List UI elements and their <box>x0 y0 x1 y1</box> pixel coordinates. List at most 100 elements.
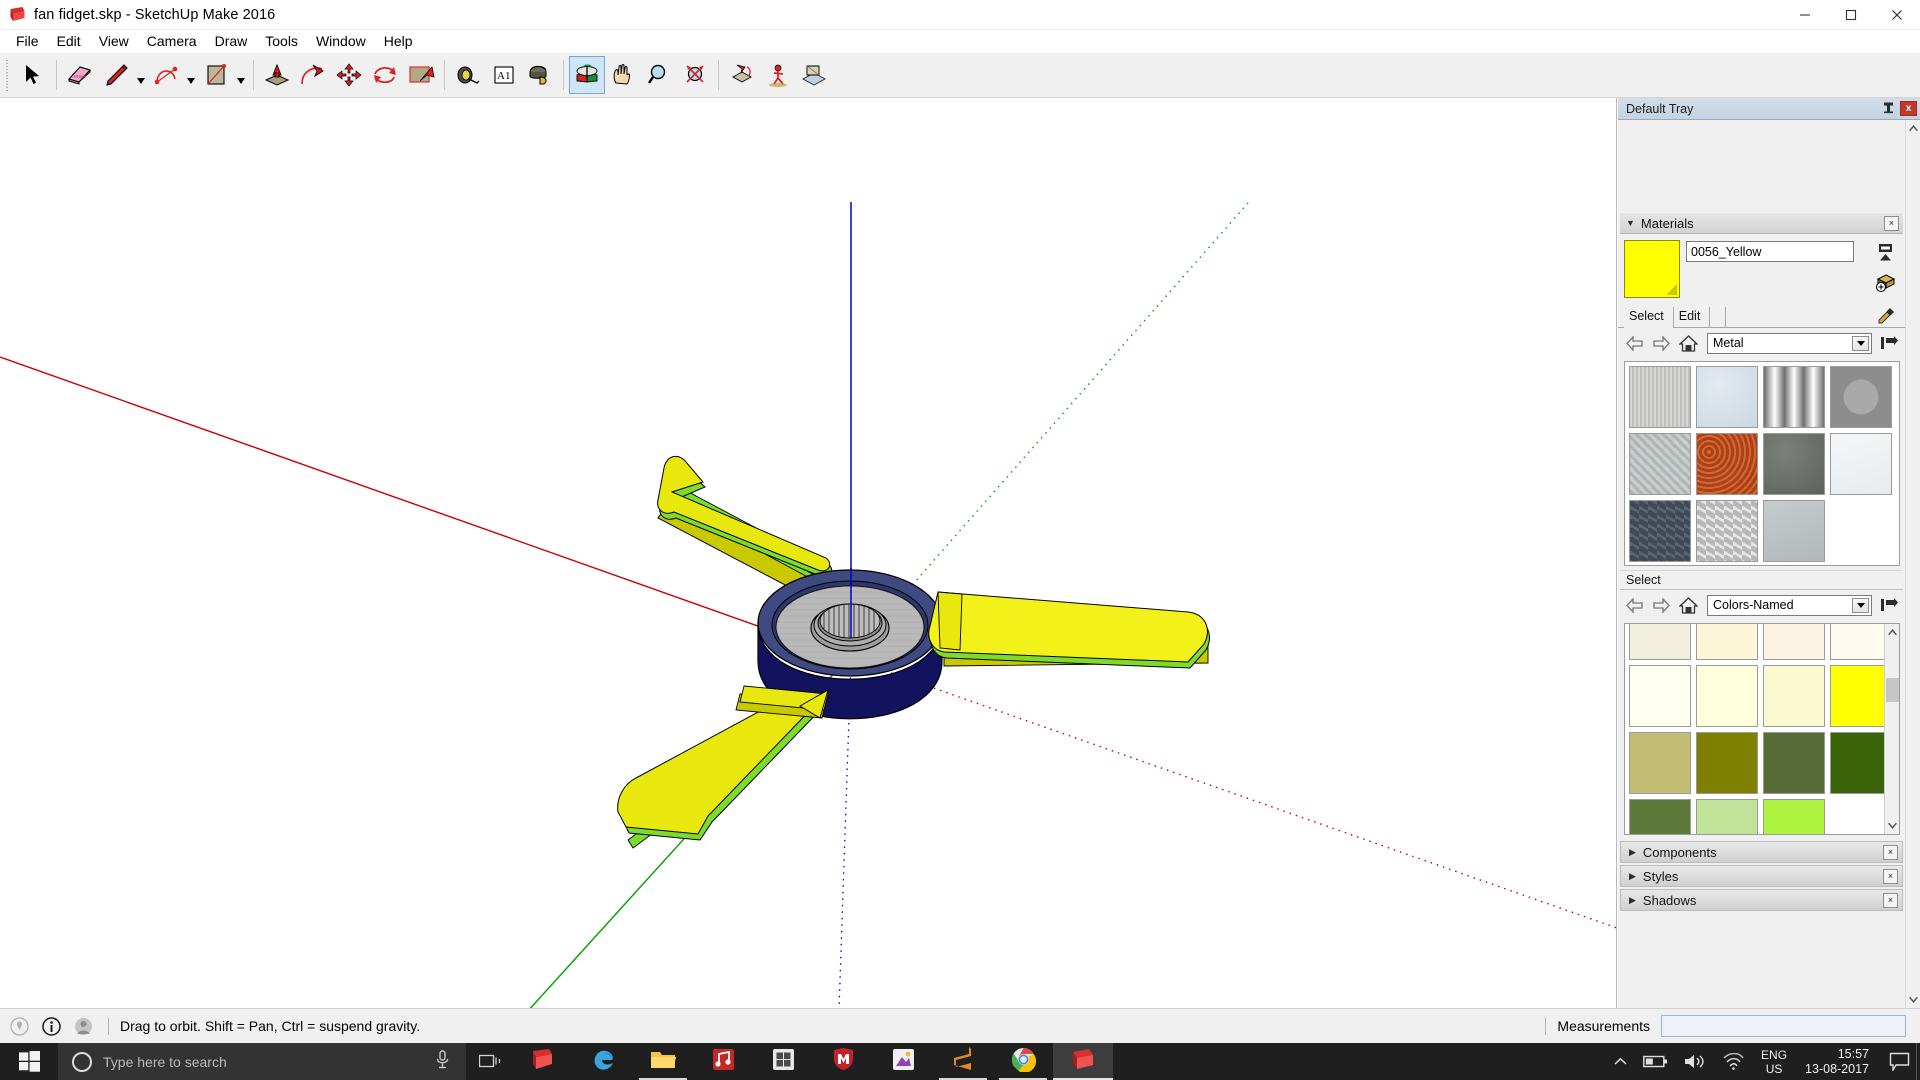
tray-scroll-down[interactable] <box>1906 992 1920 1008</box>
close-button[interactable] <box>1874 0 1920 30</box>
microphone-icon[interactable] <box>435 1049 450 1074</box>
tray-title-bar[interactable]: Default Tray x <box>1618 98 1920 120</box>
pin-icon[interactable] <box>1881 101 1895 117</box>
taskbar-app-chrome[interactable] <box>993 1043 1053 1080</box>
arc-tool-button[interactable] <box>148 56 184 94</box>
material-swatch-diamond-plate-dark[interactable] <box>1629 500 1691 562</box>
select-tool-button[interactable] <box>15 56 51 94</box>
rectangle-tool-button[interactable] <box>198 56 234 94</box>
tray-close-button[interactable]: x <box>1900 101 1917 116</box>
colors-scroll-thumb[interactable] <box>1885 678 1899 702</box>
create-material-icon[interactable] <box>1874 271 1896 293</box>
collapsed-panel-styles[interactable]: ▶ Styles × <box>1620 865 1903 887</box>
battery-icon[interactable] <box>1635 1043 1676 1080</box>
color-swatch-color-yellow[interactable] <box>1830 665 1892 727</box>
tape-measure-tool-button[interactable] <box>450 56 486 94</box>
arrow-left-icon[interactable] <box>1624 333 1644 353</box>
windows-start-icon[interactable] <box>0 1043 58 1080</box>
taskbar-app-edge[interactable] <box>573 1043 633 1080</box>
details-arrow-icon[interactable] <box>1879 333 1899 353</box>
color-swatch-color-darkolivegreen[interactable] <box>1763 732 1825 794</box>
menu-camera[interactable]: Camera <box>138 31 206 52</box>
tab-select[interactable]: Select <box>1624 307 1674 328</box>
material-swatch-galvanized-steel[interactable] <box>1696 366 1758 428</box>
orbit-tool-button[interactable] <box>569 56 605 94</box>
arrow-left-icon[interactable] <box>1624 595 1644 615</box>
taskbar-app-sketchup[interactable] <box>1053 1043 1113 1080</box>
material-swatch-polished-chrome[interactable] <box>1763 366 1825 428</box>
taskbar-app-explorer[interactable] <box>633 1043 693 1080</box>
color-swatch-color-lightgoldenrodyellow[interactable] <box>1763 665 1825 727</box>
color-swatch-color-lightyellow[interactable] <box>1696 665 1758 727</box>
color-library-select[interactable]: Colors-Named <box>1707 594 1872 616</box>
tray-scrollbar[interactable] <box>1905 120 1920 1008</box>
menu-help[interactable]: Help <box>375 31 422 52</box>
arrow-right-icon[interactable] <box>1651 595 1671 615</box>
minimize-button[interactable] <box>1782 0 1828 30</box>
colors-scroll-up[interactable] <box>1885 624 1900 640</box>
chevron-down-icon[interactable] <box>1852 597 1869 613</box>
materials-panel-header[interactable]: ▼ Materials × <box>1620 212 1903 234</box>
current-material-swatch[interactable] <box>1624 240 1680 298</box>
walk-tool-button[interactable] <box>760 56 796 94</box>
tab-edit[interactable]: Edit <box>1674 307 1711 327</box>
collapsed-panel-close[interactable]: × <box>1883 844 1898 860</box>
arrow-right-icon[interactable] <box>1651 333 1671 353</box>
color-swatch-color-palegreen[interactable] <box>1696 799 1758 834</box>
color-swatch-grid-wrapper[interactable] <box>1624 623 1900 835</box>
wifi-icon[interactable] <box>1714 1043 1752 1080</box>
toolbar-grip[interactable] <box>3 59 12 91</box>
eyedropper-icon[interactable] <box>1877 306 1897 326</box>
material-swatch-brushed-aluminum[interactable] <box>1629 366 1691 428</box>
menu-edit[interactable]: Edit <box>48 31 90 52</box>
chevron-down-icon[interactable] <box>1852 335 1869 351</box>
paint-bucket-tool-button[interactable] <box>522 56 558 94</box>
clock[interactable]: 15:57 13-08-2017 <box>1796 1047 1882 1077</box>
home-icon[interactable] <box>1678 595 1698 615</box>
taskbar-app-store[interactable] <box>753 1043 813 1080</box>
color-swatch-color-floralwhite[interactable] <box>1830 624 1892 660</box>
taskbar-app-pdf[interactable] <box>513 1043 573 1080</box>
menu-tools[interactable]: Tools <box>256 31 307 52</box>
color-swatch-color-ivory[interactable] <box>1629 665 1691 727</box>
taskbar-app-editor[interactable] <box>873 1043 933 1080</box>
chevron-up-icon[interactable] <box>1606 1043 1635 1080</box>
show-desktop-button[interactable] <box>1916 1043 1920 1080</box>
tray-scroll-up[interactable] <box>1906 120 1920 136</box>
speaker-volume-icon[interactable] <box>1676 1043 1714 1080</box>
home-icon[interactable] <box>1678 333 1698 353</box>
color-swatch-color-oldlace[interactable] <box>1763 624 1825 660</box>
color-swatch-color-darkkhaki[interactable] <box>1629 732 1691 794</box>
material-swatch-white-metal[interactable] <box>1830 433 1892 495</box>
material-swatch-aluminum-sheet[interactable] <box>1763 500 1825 562</box>
material-swatch-diamond-plate-light[interactable] <box>1696 500 1758 562</box>
language-indicator[interactable]: ENG US <box>1752 1048 1796 1076</box>
section-plane-tool-button[interactable] <box>796 56 832 94</box>
color-swatch-color-beige[interactable] <box>1629 624 1691 660</box>
materials-panel-close[interactable]: × <box>1884 215 1899 231</box>
material-swatch-woven-metal[interactable] <box>1629 433 1691 495</box>
arc-tool-dropdown[interactable] <box>184 56 198 94</box>
line-tool-button[interactable] <box>98 56 134 94</box>
color-swatch-color-greenyellow[interactable] <box>1763 799 1825 834</box>
taskbar-search-box[interactable]: Type here to search <box>58 1043 466 1080</box>
display-options-icon[interactable] <box>1874 241 1896 263</box>
rectangle-tool-dropdown[interactable] <box>234 56 248 94</box>
color-swatch-color-olive[interactable] <box>1696 732 1758 794</box>
collapsed-panel-close[interactable]: × <box>1883 868 1898 884</box>
text-tool-button[interactable]: A1 <box>486 56 522 94</box>
eraser-tool-button[interactable]: erase <box>62 56 98 94</box>
offset-tool-button[interactable] <box>403 56 439 94</box>
menu-view[interactable]: View <box>90 31 138 52</box>
color-swatch-color-cornsilk[interactable] <box>1696 624 1758 660</box>
colors-scroll-down[interactable] <box>1885 818 1900 834</box>
previous-view-button[interactable] <box>724 56 760 94</box>
move-tool-button[interactable] <box>295 56 331 94</box>
pan-tool-button[interactable] <box>605 56 641 94</box>
menu-draw[interactable]: Draw <box>206 31 257 52</box>
notification-balloon-icon[interactable] <box>1882 1043 1916 1080</box>
color-swatch-color-darkgreen-olive[interactable] <box>1830 732 1892 794</box>
taskbar-app-mcafee[interactable] <box>813 1043 873 1080</box>
collapsed-panel-shadows[interactable]: ▶ Shadows × <box>1620 889 1903 911</box>
info-icon[interactable] <box>38 1013 64 1039</box>
